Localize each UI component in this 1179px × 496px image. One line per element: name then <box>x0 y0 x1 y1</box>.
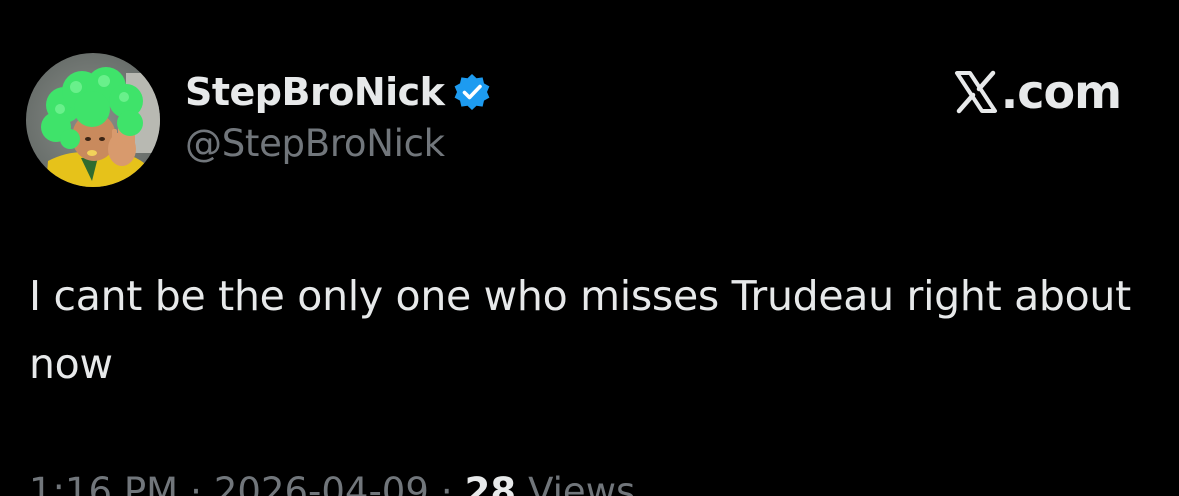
verified-badge-icon[interactable] <box>452 72 492 112</box>
author-name-row: StepBroNick <box>185 66 492 118</box>
avatar[interactable] <box>26 53 160 187</box>
author-handle[interactable]: @StepBroNick <box>185 122 445 165</box>
views-count: 28 <box>464 470 517 496</box>
views-label: Views <box>528 470 636 496</box>
tweet-date[interactable]: 2026-04-09 <box>214 470 429 496</box>
avatar-green-wig-child-icon <box>26 53 160 187</box>
meta-separator: · <box>190 470 202 496</box>
tweet-card: StepBroNick @StepBroNick .com I cant be … <box>0 0 1179 496</box>
tweet-meta: 1:16 PM · 2026-04-09 · 28 Views <box>29 470 635 496</box>
site-watermark: .com <box>953 62 1122 122</box>
author-display-name[interactable]: StepBroNick <box>185 70 445 114</box>
site-domain-text: .com <box>1000 65 1122 119</box>
meta-separator-2: · <box>440 470 453 496</box>
x-logo-icon <box>953 69 999 115</box>
tweet-text: I cant be the only one who misses Trudea… <box>29 272 1131 388</box>
tweet-time[interactable]: 1:16 PM <box>29 470 178 496</box>
